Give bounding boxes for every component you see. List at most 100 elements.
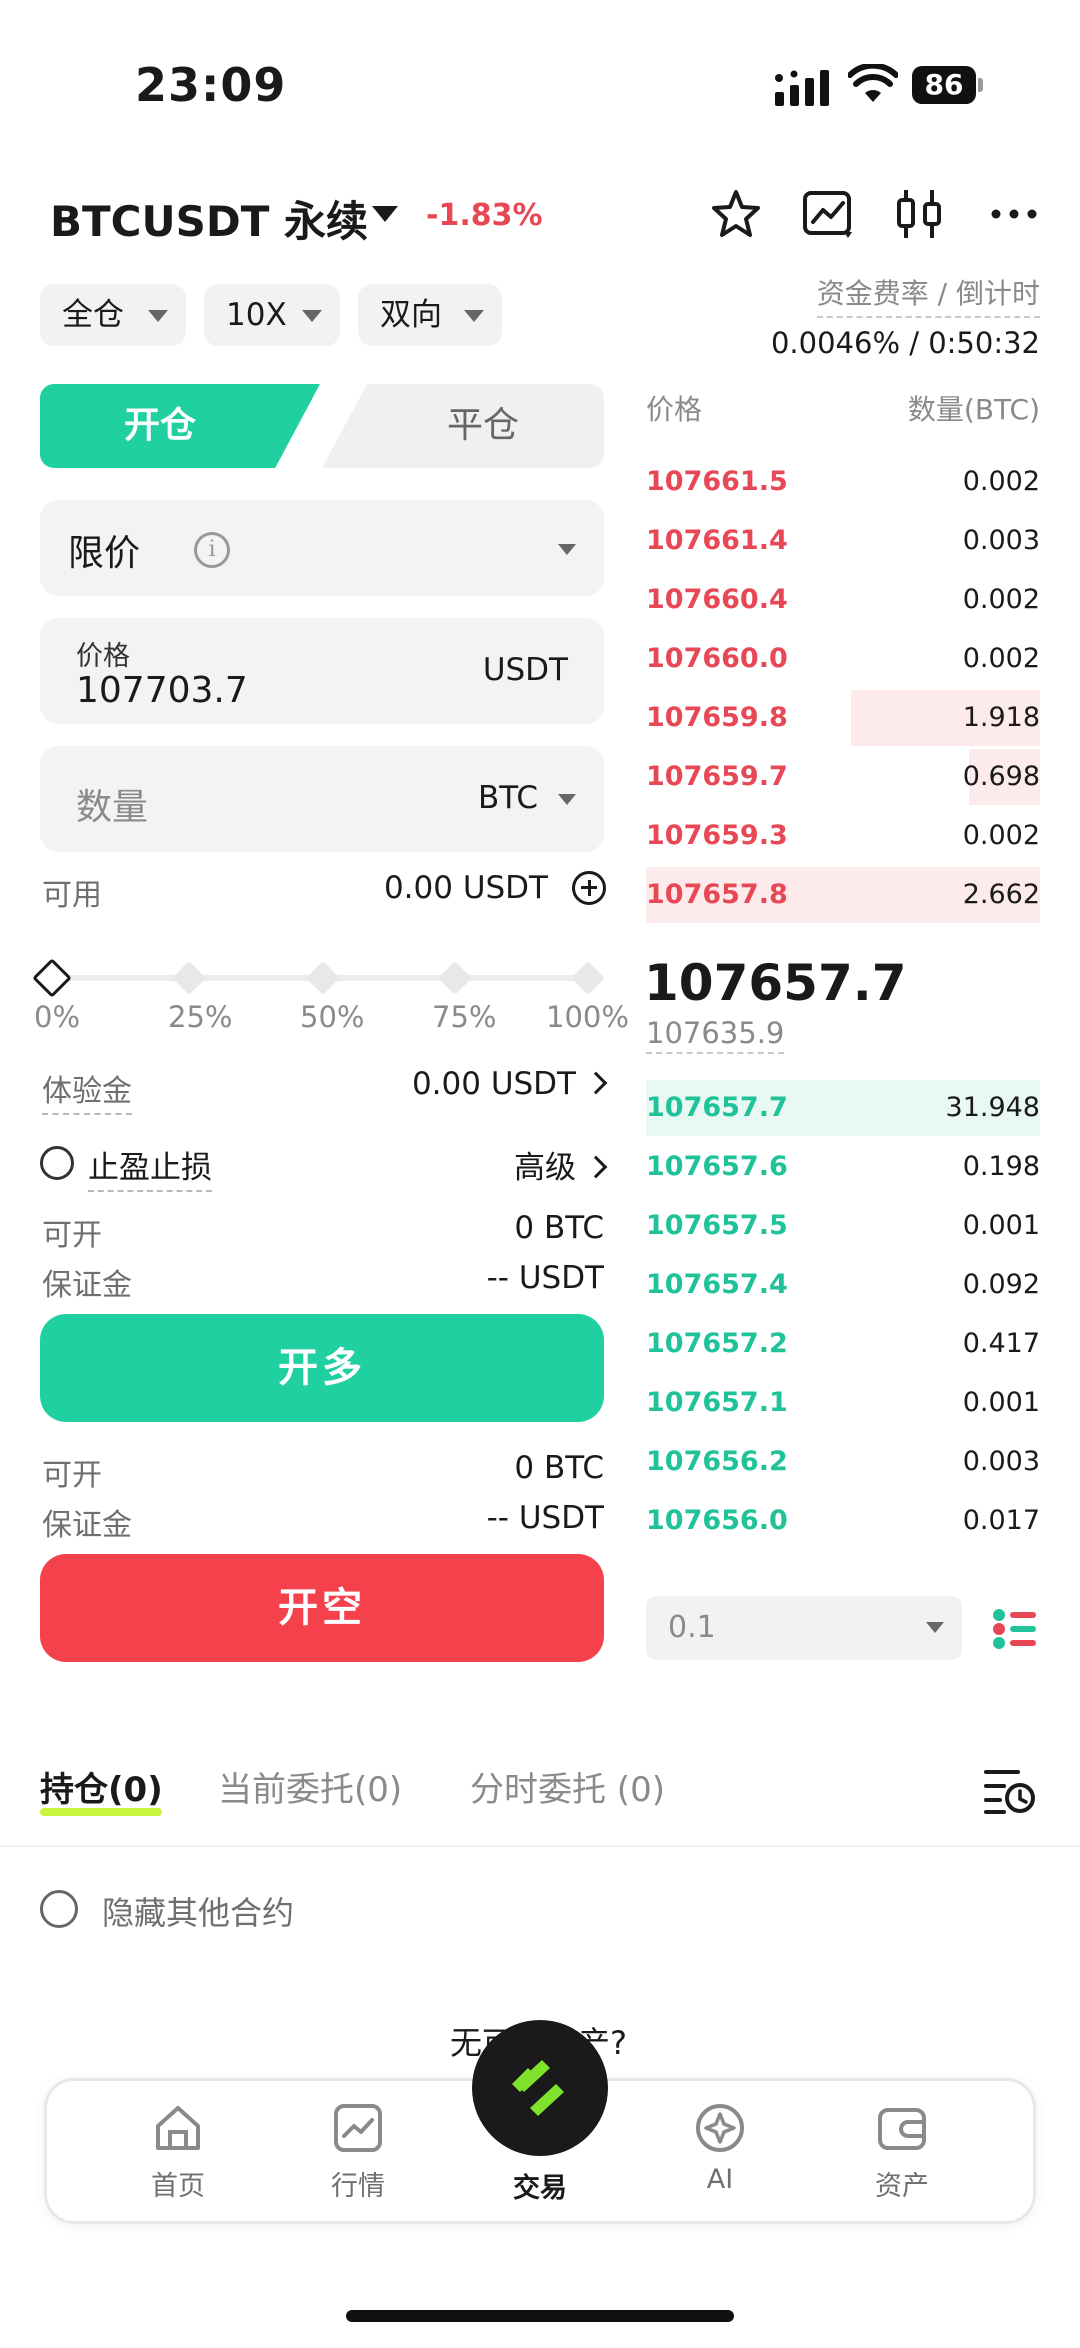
nav-ai[interactable]: AI — [660, 2100, 780, 2195]
price-change: -1.83% — [426, 198, 543, 233]
chart-icon[interactable] — [800, 186, 856, 242]
bid-row[interactable]: 107656.0 0.017 — [646, 1493, 1040, 1549]
chevron-down-icon — [302, 310, 322, 322]
margin-mode-select[interactable]: 全仓 — [40, 284, 186, 346]
star-icon[interactable] — [708, 186, 764, 242]
slider-tick-label: 50% — [300, 1000, 365, 1034]
nav-trade-button[interactable] — [472, 2020, 608, 2156]
row-quantity: 2.662 — [962, 879, 1040, 910]
nav-market-label: 行情 — [331, 2171, 385, 2202]
bid-row[interactable]: 107657.2 0.417 — [646, 1316, 1040, 1372]
long-margin-label: 保证金 — [42, 1268, 132, 1303]
price-field[interactable]: 价格 107703.7 USDT — [40, 618, 604, 724]
precision-select[interactable]: 0.1 — [646, 1596, 962, 1660]
row-quantity: 0.001 — [962, 1210, 1040, 1241]
position-mode-select[interactable]: 双向 — [358, 284, 502, 346]
wifi-icon — [848, 64, 898, 102]
bid-row[interactable]: 107657.6 0.198 — [646, 1139, 1040, 1195]
row-quantity: 0.002 — [962, 643, 1040, 674]
bid-row[interactable]: 107657.7 31.948 — [646, 1080, 1040, 1136]
info-icon[interactable]: i — [194, 532, 230, 568]
slider-thumb[interactable] — [32, 958, 72, 998]
add-funds-icon[interactable] — [572, 871, 606, 905]
chevron-down-icon — [558, 544, 576, 555]
ask-row[interactable]: 107659.8 1.918 — [646, 690, 1040, 746]
price-input[interactable]: 107703.7 — [76, 670, 248, 711]
tab-open-orders[interactable]: 当前委托(0) — [218, 1762, 402, 1811]
ask-row[interactable]: 107661.5 0.002 — [646, 454, 1040, 510]
hide-other-contracts-label[interactable]: 隐藏其他合约 — [102, 1888, 294, 1934]
ask-row[interactable]: 107659.3 0.002 — [646, 808, 1040, 864]
slider-mark-50[interactable] — [306, 961, 340, 995]
margin-mode-label: 全仓 — [62, 297, 124, 333]
pair-title[interactable]: BTCUSDT 永续 — [50, 188, 368, 249]
row-quantity: 31.948 — [945, 1092, 1040, 1123]
leverage-select[interactable]: 10X — [204, 284, 340, 346]
quantity-unit-select[interactable]: BTC — [478, 780, 538, 816]
advanced-link[interactable]: 高级 — [514, 1142, 608, 1187]
slider-tick-label: 100% — [546, 1000, 629, 1034]
slider-tick-label: 0% — [34, 1000, 81, 1034]
tab-close-position[interactable]: 平仓 — [322, 384, 604, 468]
chevron-right-icon — [584, 1155, 608, 1179]
ask-row[interactable]: 107657.8 2.662 — [646, 867, 1040, 923]
open-long-button[interactable]: 开多 — [40, 1314, 604, 1422]
slider-mark-75[interactable] — [438, 961, 472, 995]
row-quantity: 0.198 — [962, 1151, 1040, 1182]
slider-mark-25[interactable] — [172, 961, 206, 995]
trade-logo-icon — [512, 2060, 564, 2116]
row-price: 107657.8 — [646, 879, 788, 910]
bid-row[interactable]: 107657.1 0.001 — [646, 1375, 1040, 1431]
short-margin-label: 保证金 — [42, 1508, 132, 1543]
orderbook-layout-icon[interactable] — [992, 1608, 1038, 1650]
bid-row[interactable]: 107656.2 0.003 — [646, 1434, 1040, 1490]
row-price: 107657.6 — [646, 1151, 788, 1182]
hide-other-radio[interactable] — [40, 1890, 78, 1928]
slider-tick-label: 75% — [432, 1000, 497, 1034]
order-type-select[interactable]: 限价 i — [40, 500, 604, 596]
bid-row[interactable]: 107657.4 0.092 — [646, 1257, 1040, 1313]
row-price: 107657.5 — [646, 1210, 788, 1241]
bid-row[interactable]: 107657.5 0.001 — [646, 1198, 1040, 1254]
bonus-row-value[interactable]: 0.00 USDT — [412, 1066, 608, 1102]
tab-twap-orders[interactable]: 分时委托 (0) — [470, 1762, 665, 1811]
slider-mark-100[interactable] — [571, 961, 605, 995]
quantity-input[interactable]: 数量 — [76, 778, 148, 830]
row-quantity: 0.417 — [962, 1328, 1040, 1359]
pair-dropdown-caret-icon[interactable] — [372, 206, 398, 222]
ask-row[interactable]: 107659.7 0.698 — [646, 749, 1040, 805]
ask-row[interactable]: 107660.0 0.002 — [646, 631, 1040, 687]
available-value: 0.00 USDT — [383, 870, 548, 906]
tpsl-radio[interactable] — [40, 1146, 74, 1180]
chevron-right-icon — [584, 1071, 608, 1095]
price-field-label: 价格 — [76, 641, 130, 672]
open-short-button[interactable]: 开空 — [40, 1554, 604, 1662]
row-quantity: 0.002 — [962, 820, 1040, 851]
order-history-icon[interactable] — [982, 1766, 1036, 1816]
nav-home[interactable]: 首页 — [118, 2100, 238, 2203]
candlestick-icon[interactable] — [892, 186, 948, 242]
quantity-field[interactable]: 数量 BTC — [40, 746, 604, 852]
nav-ai-label: AI — [706, 2164, 734, 2195]
short-margin-value: -- USDT — [486, 1500, 604, 1536]
ai-compass-icon — [696, 2104, 744, 2152]
ask-row[interactable]: 107660.4 0.002 — [646, 572, 1040, 628]
chevron-down-icon — [148, 310, 168, 322]
nav-assets[interactable]: 资产 — [842, 2100, 962, 2203]
bonus-label[interactable]: 体验金 — [42, 1066, 132, 1115]
nav-market[interactable]: 行情 — [298, 2100, 418, 2203]
row-price: 107661.4 — [646, 525, 788, 556]
row-quantity: 0.698 — [962, 761, 1040, 792]
tab-positions[interactable]: 持仓(0) — [40, 1762, 163, 1811]
tpsl-label[interactable]: 止盈止损 — [88, 1142, 212, 1192]
tab-open-position[interactable]: 开仓 — [40, 384, 320, 468]
mark-price[interactable]: 107635.9 — [646, 1016, 785, 1054]
chevron-down-icon — [558, 794, 576, 805]
funding-rate-label[interactable]: 资金费率 / 倒计时 — [816, 272, 1040, 318]
more-icon[interactable] — [986, 186, 1042, 242]
row-price: 107657.7 — [646, 1092, 788, 1123]
row-quantity: 0.002 — [962, 584, 1040, 615]
ask-row[interactable]: 107661.4 0.003 — [646, 513, 1040, 569]
battery-tip — [978, 78, 983, 92]
row-price: 107659.7 — [646, 761, 788, 792]
